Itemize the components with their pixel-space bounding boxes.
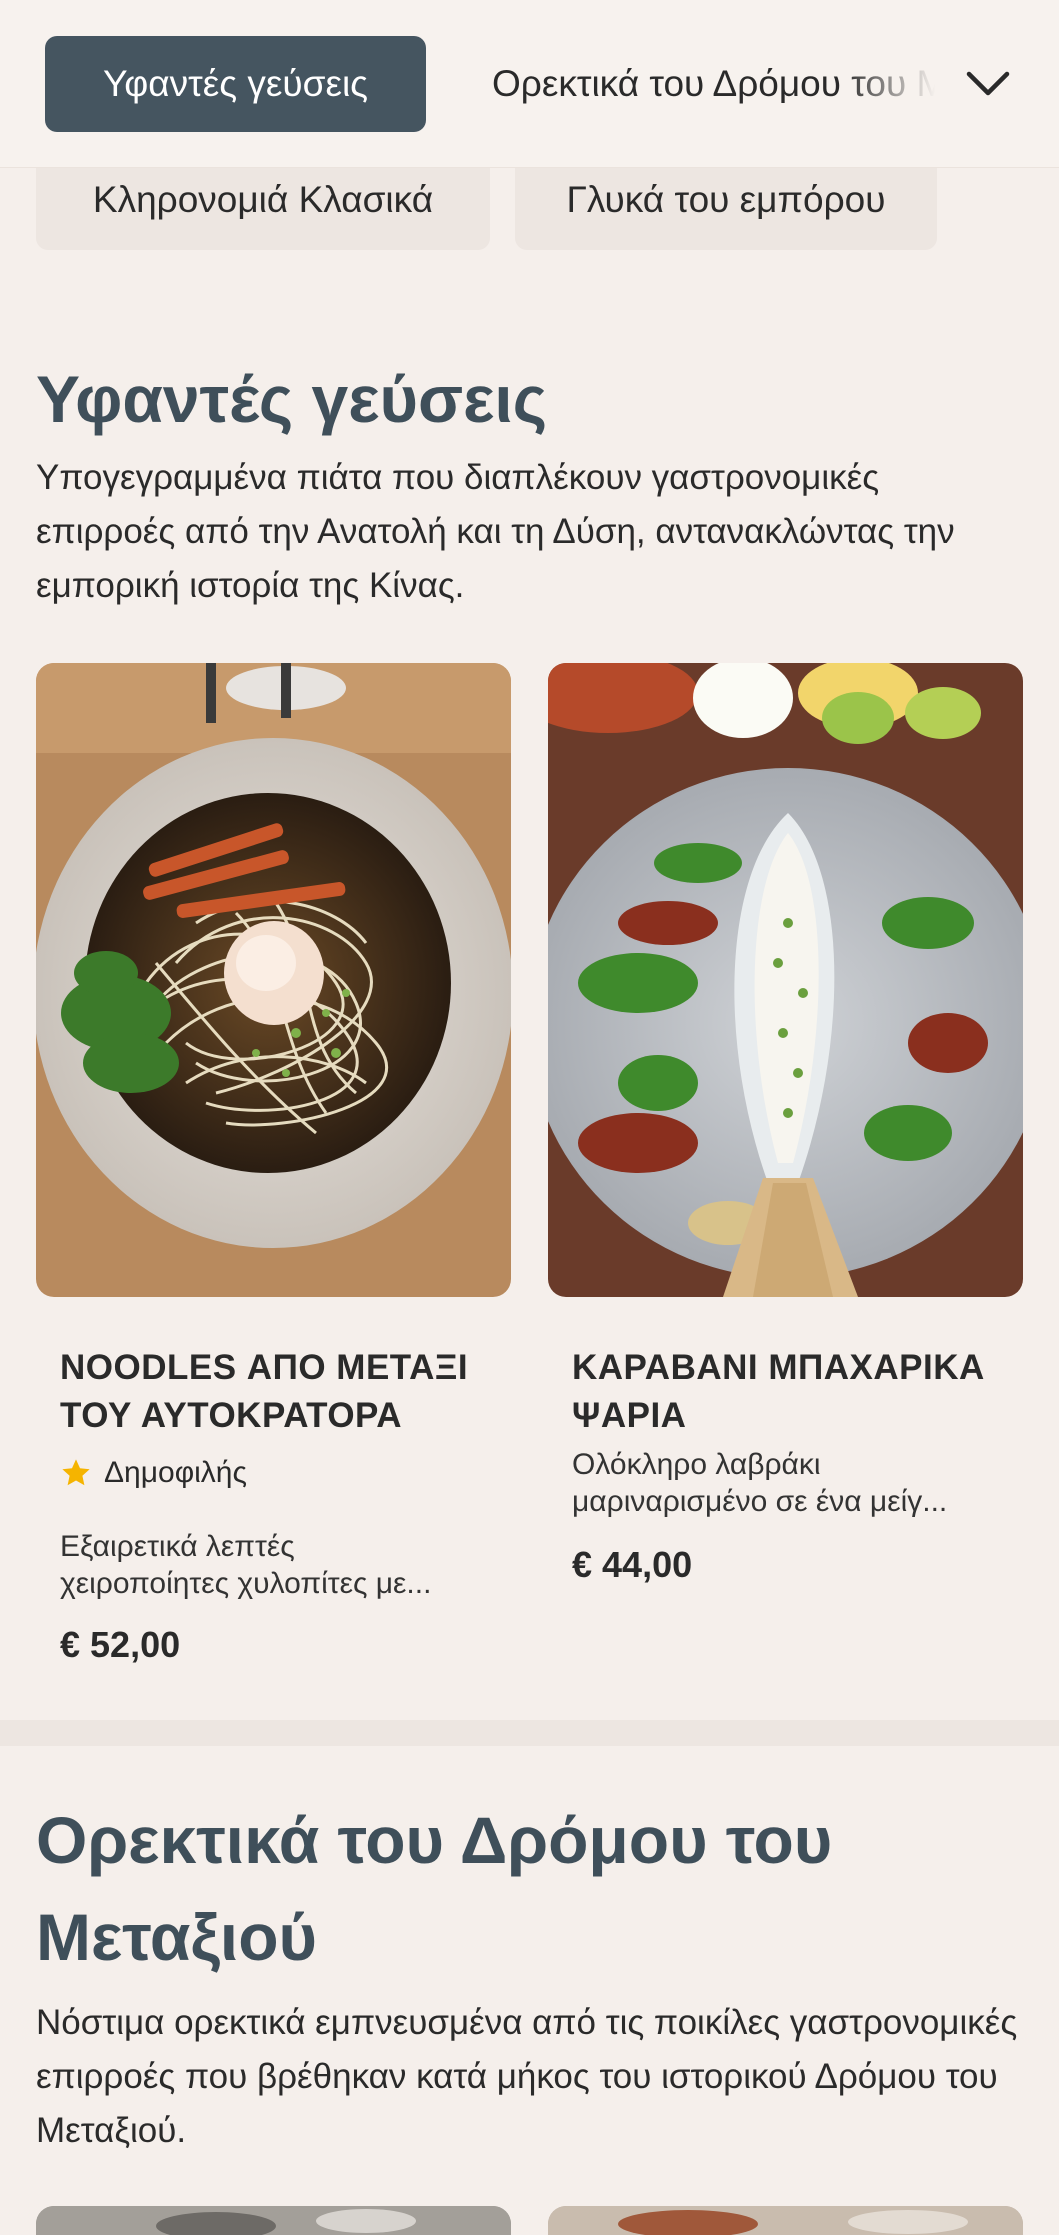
dish-title-line: ΨΑΡΙΑ	[572, 1396, 687, 1435]
dish-title[interactable]: NOODLES ΑΠΟ ΜΕΤΑΞΙ ΤΟΥ ΑΥΤΟΚΡΑΤΟΡΑ	[60, 1344, 500, 1440]
dish-title-line: ΚΑΡΑΒΑΝΙ ΜΠΑΧΑΡΙΚΑ	[572, 1348, 985, 1387]
star-icon	[62, 1459, 90, 1486]
noodles-dish-image[interactable]	[36, 663, 511, 1297]
dish-description-line: μαριναρισμένο σε ένα μείγ...	[572, 1485, 948, 1518]
dish-price: € 44,00	[572, 1544, 693, 1585]
category-nav: Υφαντές γεύσεις Ορεκτικά του Δρόμου του …	[0, 0, 1059, 168]
dish-title[interactable]: ΚΑΡΑΒΑΝΙ ΜΠΑΧΑΡΙΚΑ ΨΑΡΙΑ	[572, 1344, 1032, 1440]
dish-description-line: Εξαιρετικά λεπτές	[60, 1530, 295, 1563]
tab-fade-overlay	[842, 36, 952, 132]
chevron-down-icon[interactable]	[960, 56, 1016, 112]
dish-description-line: Ολόκληρο λαβράκι	[572, 1448, 821, 1481]
popular-badge: Δημοφιλής	[60, 1456, 247, 1490]
section-divider	[0, 1720, 1059, 1746]
dish-description: Εξαιρετικά λεπτές χειροποίητες χυλοπίτες…	[60, 1528, 480, 1602]
dish-title-line: ΤΟΥ ΑΥΤΟΚΡΑΤΟΡΑ	[60, 1396, 403, 1435]
tab-woven-flavors[interactable]: Υφαντές γεύσεις	[45, 36, 426, 132]
dish-price: € 52,00	[60, 1624, 181, 1665]
section-description: Νόστιμα ορεκτικά εμπνευσμένα από τις ποι…	[36, 2003, 1018, 2150]
appetizer-dish-image[interactable]	[36, 2206, 511, 2235]
badge-label: Δημοφιλής	[104, 1456, 247, 1489]
section-title: Υφαντές γεύσεις	[36, 362, 548, 436]
dish-description-line: χειροποίητες χυλοπίτες με...	[60, 1567, 432, 1600]
section-description: Υπογεγραμμένα πιάτα που διαπλέκουν γαστρ…	[36, 458, 955, 605]
section-title: Ορεκτικά του Δρόμου του Μεταξιού	[36, 1803, 833, 1974]
spiced-fish-dish-image[interactable]	[548, 663, 1023, 1297]
dish-description: Ολόκληρο λαβράκι μαριναρισμένο σε ένα με…	[572, 1446, 992, 1520]
appetizer-dish-image[interactable]	[548, 2206, 1023, 2235]
dish-title-line: NOODLES ΑΠΟ ΜΕΤΑΞΙ	[60, 1348, 469, 1387]
